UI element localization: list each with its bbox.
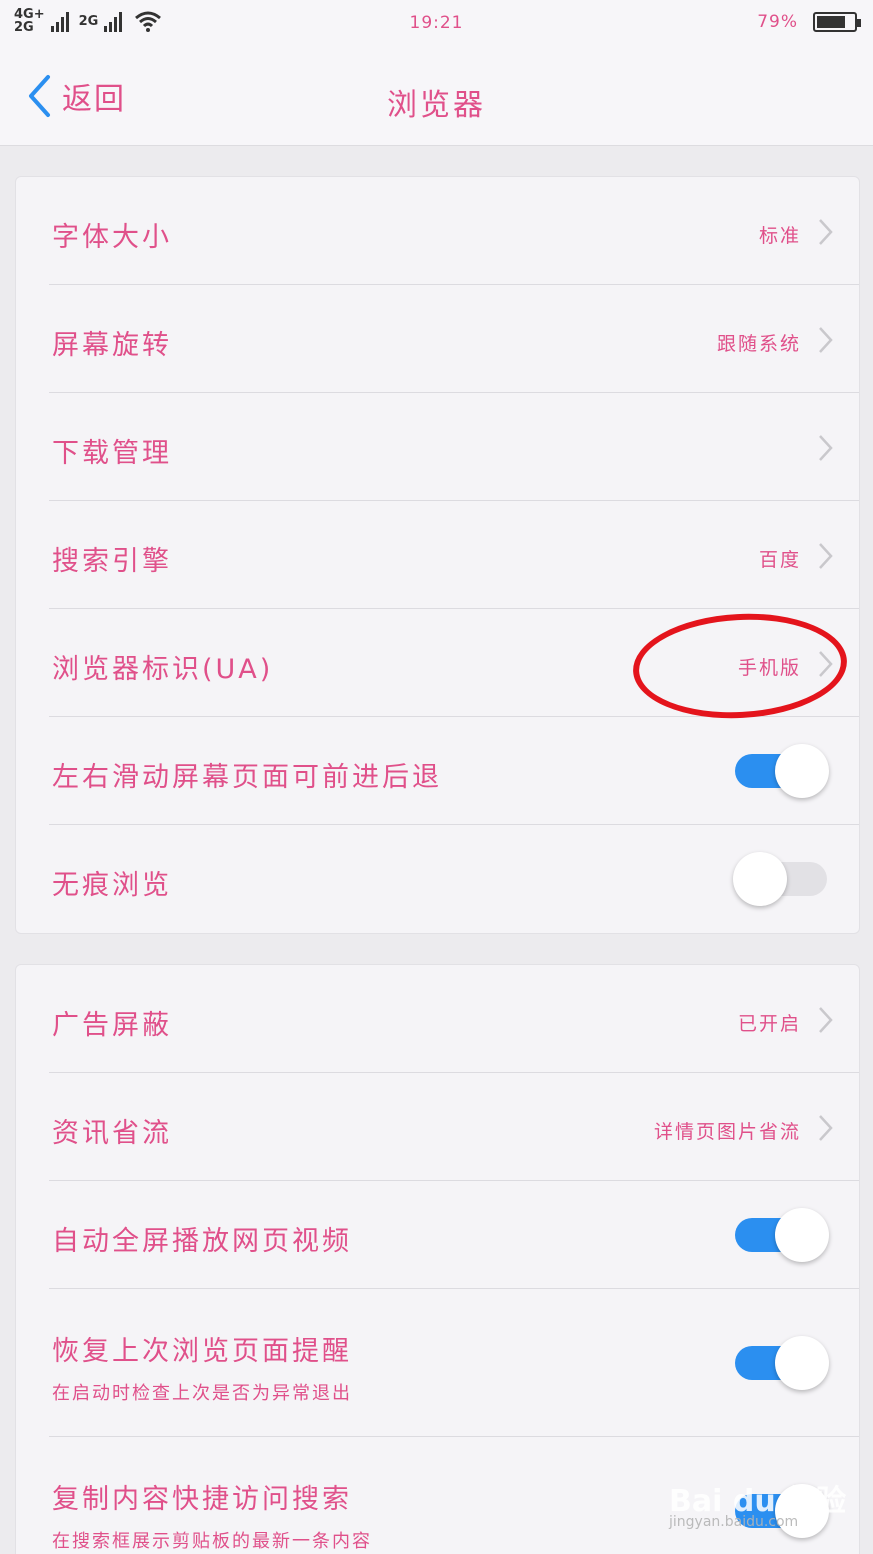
row-value: 已开启 bbox=[737, 1013, 801, 1035]
restore-reminder-toggle[interactable] bbox=[733, 1336, 829, 1390]
battery-icon bbox=[813, 12, 861, 32]
battery-nub bbox=[857, 19, 861, 27]
nav-bar: 返回 浏览器 bbox=[0, 48, 873, 146]
row-label: 浏览器标识(UA) bbox=[52, 654, 274, 685]
row-value: 跟随系统 bbox=[716, 333, 801, 355]
chevron-right-icon bbox=[819, 435, 833, 461]
toggle-knob bbox=[775, 1208, 829, 1262]
row-label: 左右滑动屏幕页面可前进后退 bbox=[52, 762, 442, 793]
settings-row-swipe-navigation: 左右滑动屏幕页面可前进后退 bbox=[16, 717, 859, 825]
settings-row-ad-block[interactable]: 广告屏蔽 已开启 bbox=[16, 965, 859, 1073]
row-value: 标准 bbox=[758, 225, 801, 247]
settings-row-autoplay-fullscreen: 自动全屏播放网页视频 bbox=[16, 1181, 859, 1289]
row-label: 下载管理 bbox=[52, 438, 172, 469]
settings-row-incognito: 无痕浏览 bbox=[16, 825, 859, 933]
row-label: 资讯省流 bbox=[52, 1118, 172, 1149]
chevron-right-icon bbox=[819, 543, 833, 569]
row-sublabel: 在搜索框展示剪贴板的最新一条内容 bbox=[52, 1531, 372, 1552]
chevron-right-icon bbox=[819, 219, 833, 245]
row-sublabel: 在启动时检查上次是否为异常退出 bbox=[52, 1383, 352, 1404]
battery-fill bbox=[817, 16, 845, 28]
settings-row-download-manager[interactable]: 下载管理 bbox=[16, 393, 859, 501]
autoplay-fullscreen-toggle[interactable] bbox=[733, 1208, 829, 1262]
row-label: 字体大小 bbox=[52, 222, 172, 253]
row-value: 详情页图片省流 bbox=[653, 1121, 801, 1143]
toggle-knob bbox=[775, 1336, 829, 1390]
settings-row-restore-reminder: 恢复上次浏览页面提醒 在启动时检查上次是否为异常退出 bbox=[16, 1289, 859, 1437]
incognito-toggle[interactable] bbox=[733, 852, 829, 906]
status-time: 19:21 bbox=[409, 13, 464, 33]
row-label: 无痕浏览 bbox=[52, 870, 172, 901]
row-label: 屏幕旋转 bbox=[52, 330, 172, 361]
battery-percent: 79% bbox=[757, 12, 798, 32]
swipe-navigation-toggle[interactable] bbox=[733, 744, 829, 798]
status-bar: 4G+ 2G 2G 19:21 79% bbox=[0, 0, 873, 48]
toggle-knob bbox=[775, 744, 829, 798]
chevron-right-icon bbox=[819, 1007, 833, 1033]
settings-row-data-saver[interactable]: 资讯省流 详情页图片省流 bbox=[16, 1073, 859, 1181]
settings-card-1: 字体大小 标准 屏幕旋转 跟随系统 下载管理 搜索引擎 百度 浏览器标识(UA)… bbox=[15, 176, 860, 934]
chevron-right-icon bbox=[819, 1115, 833, 1141]
baidu-jingyan-watermark: Bai du 经验 jingyan.baidu.com bbox=[665, 1466, 865, 1536]
row-label: 广告屏蔽 bbox=[52, 1010, 172, 1041]
chevron-right-icon bbox=[819, 327, 833, 353]
row-value: 百度 bbox=[758, 549, 801, 571]
watermark-url: jingyan.baidu.com bbox=[669, 1514, 799, 1530]
settings-row-search-engine[interactable]: 搜索引擎 百度 bbox=[16, 501, 859, 609]
row-label: 复制内容快捷访问搜索 bbox=[52, 1484, 352, 1515]
settings-row-font-size[interactable]: 字体大小 标准 bbox=[16, 177, 859, 285]
row-label: 搜索引擎 bbox=[52, 546, 172, 577]
page-title: 浏览器 bbox=[387, 88, 486, 123]
row-label: 恢复上次浏览页面提醒 bbox=[52, 1336, 352, 1367]
settings-row-screen-rotation[interactable]: 屏幕旋转 跟随系统 bbox=[16, 285, 859, 393]
row-label: 自动全屏播放网页视频 bbox=[52, 1226, 352, 1257]
toggle-knob bbox=[733, 852, 787, 906]
